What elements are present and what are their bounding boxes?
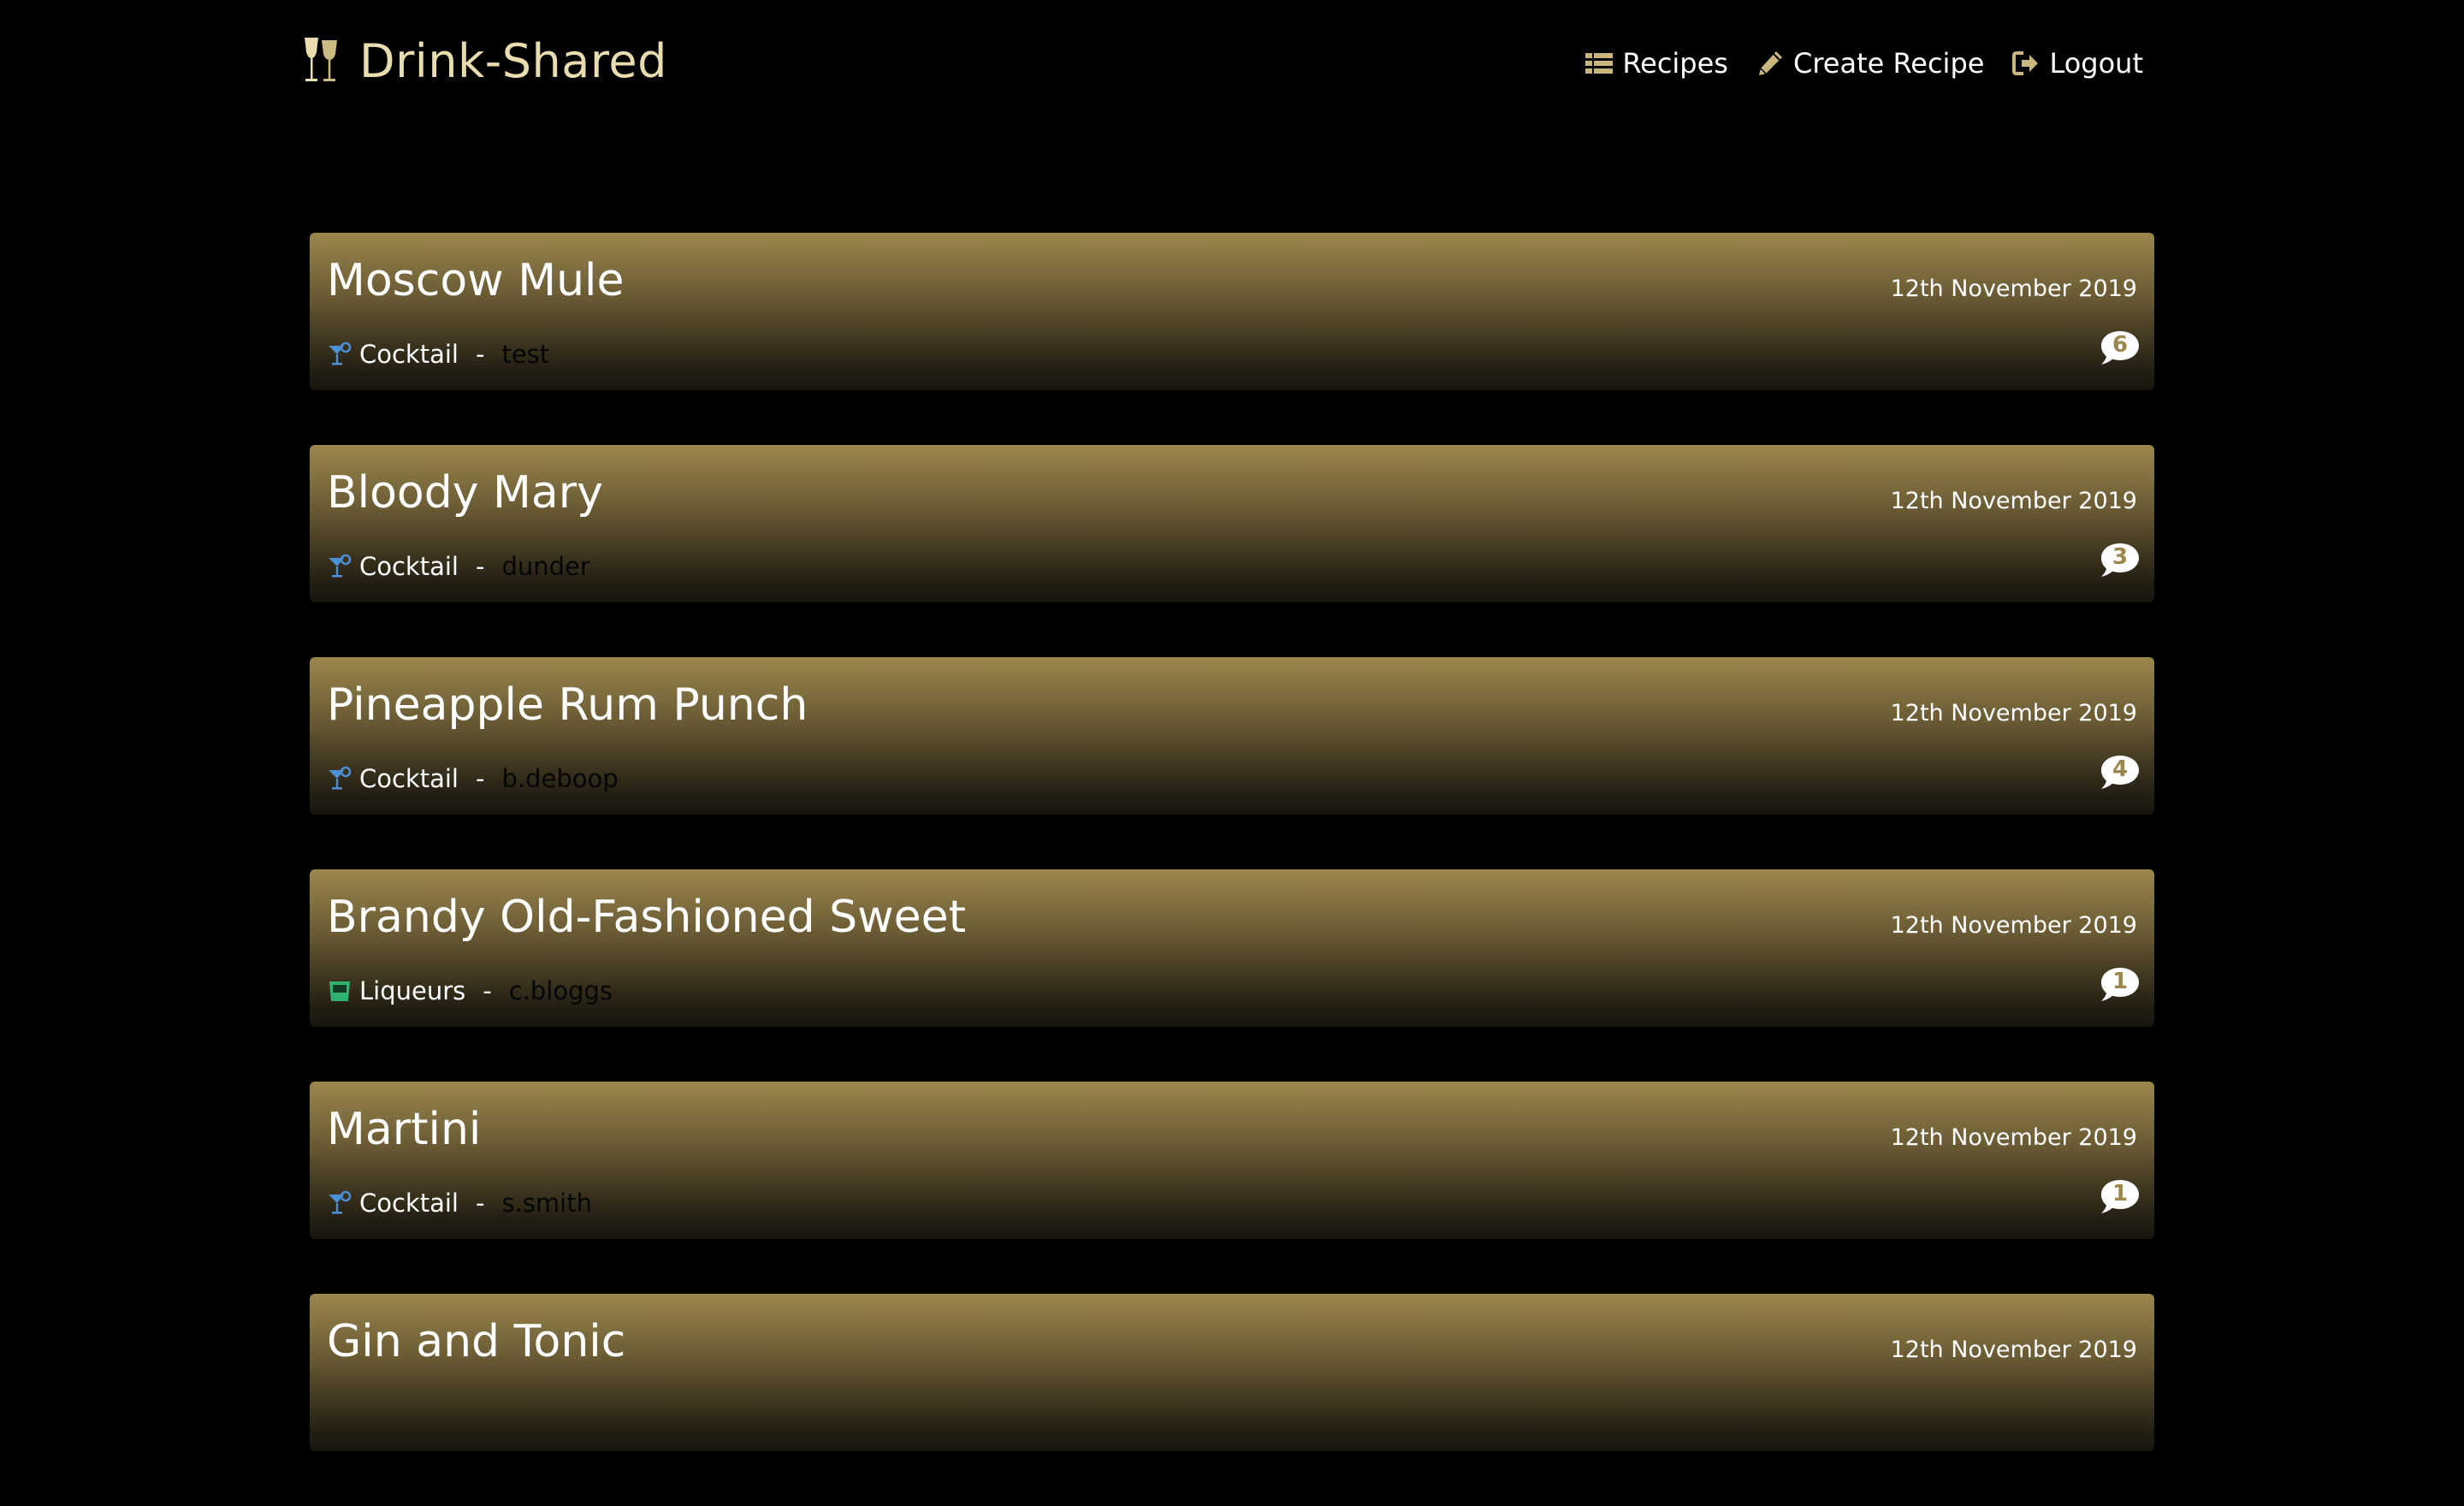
navbar: Drink-Shared Recipes Create Recipe Logou… (0, 0, 2464, 128)
brand-name: Drink-Shared (359, 33, 667, 88)
recipe-date: 12th November 2019 (1890, 488, 2137, 514)
comment-count-badge[interactable]: 1 (2100, 965, 2141, 1005)
meta-separator: - (483, 976, 492, 1005)
author-name: s.smith (501, 1189, 592, 1218)
recipe-date: 12th November 2019 (1890, 276, 2137, 302)
brand-link[interactable]: Drink-Shared (301, 31, 667, 91)
main-nav: Recipes Create Recipe Logout (1584, 38, 2143, 89)
recipe-title[interactable]: Martini (327, 1104, 481, 1155)
category-label: Cocktail (359, 764, 459, 793)
nav-logout-link[interactable]: Logout (2011, 47, 2143, 80)
recipe-list: Moscow Mule 12th November 2019 Cocktail … (310, 233, 2154, 1506)
cocktail-icon (329, 1190, 352, 1214)
recipe-meta: Cocktail - test (327, 337, 549, 371)
wine-glasses-icon (305, 38, 337, 81)
list-icon (1585, 53, 1614, 74)
recipe-card[interactable]: Brandy Old-Fashioned Sweet 12th November… (310, 869, 2154, 1027)
recipe-date: 12th November 2019 (1890, 1337, 2137, 1363)
recipe-date: 12th November 2019 (1890, 700, 2137, 726)
comment-count-badge[interactable]: 4 (2100, 753, 2141, 792)
sign-out-icon (2012, 51, 2039, 75)
nav-create-recipe-link[interactable]: Create Recipe (1756, 47, 1984, 80)
nav-recipes-link[interactable]: Recipes (1584, 47, 1728, 80)
category-label: Cocktail (359, 1189, 459, 1218)
recipe-card[interactable]: Moscow Mule 12th November 2019 Cocktail … (310, 233, 2154, 390)
recipe-card[interactable]: Gin and Tonic 12th November 2019 (310, 1294, 2154, 1451)
category-label: Liqueurs (359, 976, 466, 1005)
recipe-card[interactable]: Pineapple Rum Punch 12th November 2019 C… (310, 657, 2154, 815)
cocktail-icon (329, 554, 352, 578)
comment-count-badge[interactable]: 3 (2100, 541, 2141, 580)
category-label: Cocktail (359, 340, 459, 369)
recipe-meta: Cocktail - b.deboop (327, 762, 619, 796)
author-name: b.deboop (501, 764, 619, 793)
meta-separator: - (476, 552, 485, 581)
nav-recipes-label: Recipes (1622, 47, 1728, 80)
recipe-card[interactable]: Bloody Mary 12th November 2019 Cocktail … (310, 445, 2154, 602)
recipe-title[interactable]: Gin and Tonic (327, 1316, 625, 1367)
recipe-card[interactable]: Martini 12th November 2019 Cocktail - s.… (310, 1082, 2154, 1239)
recipe-meta: Liqueurs - c.bloggs (327, 974, 613, 1008)
nav-create-recipe-label: Create Recipe (1792, 47, 1985, 80)
comment-count: 1 (2112, 1181, 2129, 1207)
cocktail-icon (329, 766, 352, 790)
comment-count-badge[interactable]: 6 (2100, 329, 2141, 368)
author-name: dunder (501, 552, 590, 581)
comment-count-badge[interactable]: 1 (2100, 1177, 2141, 1217)
meta-separator: - (476, 1189, 485, 1218)
meta-separator: - (476, 340, 485, 369)
recipe-title[interactable]: Brandy Old-Fashioned Sweet (327, 892, 966, 943)
recipe-meta: Cocktail - s.smith (327, 1186, 592, 1220)
recipe-title[interactable]: Pineapple Rum Punch (327, 679, 808, 731)
comment-count: 4 (2112, 756, 2129, 782)
nav-logout-label: Logout (2049, 47, 2143, 80)
comment-count: 1 (2112, 969, 2129, 994)
comment-count: 6 (2112, 332, 2129, 358)
tumbler-glass-icon (329, 981, 350, 1001)
comment-count: 3 (2112, 544, 2129, 570)
recipe-meta: Cocktail - dunder (327, 549, 590, 584)
recipe-date: 12th November 2019 (1890, 912, 2137, 939)
meta-separator: - (476, 764, 485, 793)
pencil-icon (1758, 51, 1782, 75)
cocktail-icon (329, 341, 352, 365)
recipe-title[interactable]: Moscow Mule (327, 255, 625, 306)
category-label: Cocktail (359, 552, 459, 581)
recipe-title[interactable]: Bloody Mary (327, 467, 603, 519)
author-name: test (501, 340, 550, 369)
recipe-date: 12th November 2019 (1890, 1124, 2137, 1151)
author-name: c.bloggs (508, 976, 613, 1005)
